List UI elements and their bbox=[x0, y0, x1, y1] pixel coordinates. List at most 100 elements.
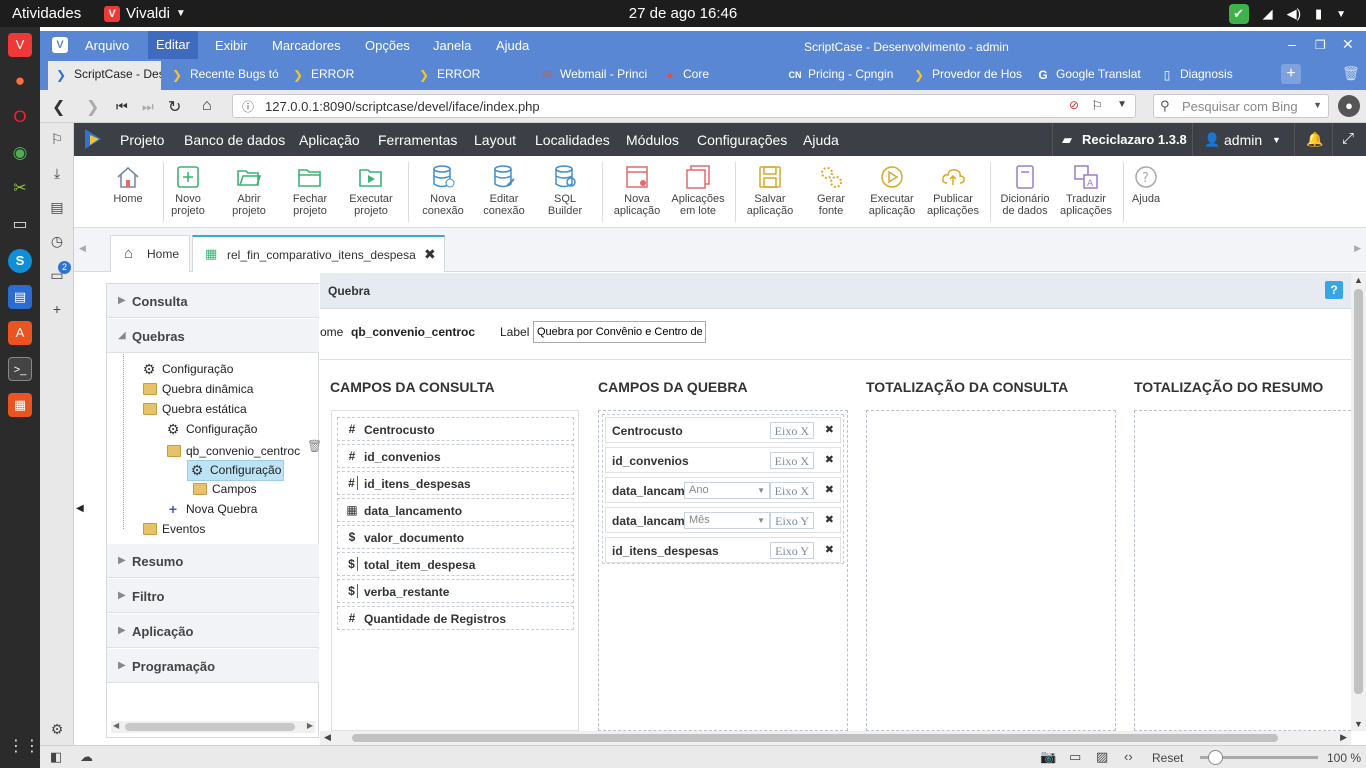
chevron-down-icon[interactable]: ▼ bbox=[1313, 100, 1322, 110]
window-icon[interactable]: ▭ bbox=[1069, 749, 1081, 765]
tree-hscrollbar[interactable]: ◀ ▶ bbox=[111, 721, 315, 733]
data-dictionary-button[interactable]: Dicionário de dados bbox=[995, 164, 1055, 217]
sync-icon[interactable]: ☁ bbox=[80, 749, 93, 765]
trash-icon[interactable]: 🗑 bbox=[1342, 65, 1360, 82]
run-app-button[interactable]: Executar aplicação bbox=[862, 164, 922, 217]
edit-connection-button[interactable]: Editar conexão bbox=[474, 164, 534, 217]
project-name[interactable]: Reciclazaro 1.3.8 bbox=[1082, 132, 1187, 147]
period-select[interactable]: Mês ▼ bbox=[684, 512, 770, 529]
main-vscrollbar[interactable]: ▲ ▼ bbox=[1351, 273, 1366, 731]
field-item[interactable]: # id_convenios bbox=[337, 444, 574, 468]
close-tab-icon[interactable]: ✖ bbox=[424, 246, 436, 263]
period-select[interactable]: Ano ▼ bbox=[684, 482, 770, 499]
axis-select[interactable]: Eixo X bbox=[769, 452, 814, 469]
tools-icon[interactable]: ✂ bbox=[8, 177, 32, 201]
section-quebras[interactable]: ◢ Quebras bbox=[107, 319, 319, 353]
reset-zoom-button[interactable]: Reset bbox=[1152, 751, 1183, 765]
history-icon[interactable]: ◷ bbox=[48, 232, 66, 250]
back-icon[interactable]: ❮ bbox=[52, 97, 65, 117]
field-item[interactable]: # id_itens_despesas bbox=[337, 471, 574, 495]
fast-forward-icon[interactable]: ⏭ bbox=[142, 99, 154, 115]
publish-button[interactable]: Publicar aplicações bbox=[923, 164, 983, 217]
bell-icon[interactable]: 🔔 bbox=[1306, 131, 1323, 148]
main-hscrollbar[interactable]: ◀ ▶ bbox=[320, 731, 1351, 745]
new-app-button[interactable]: Nova aplicação bbox=[607, 164, 667, 217]
remove-icon[interactable]: ✖ bbox=[825, 423, 834, 436]
open-project-button[interactable]: Abrir projeto bbox=[219, 164, 279, 217]
run-project-button[interactable]: Executar projeto bbox=[341, 164, 401, 217]
help-button[interactable]: ? Ajuda bbox=[1116, 164, 1176, 205]
downloads-icon[interactable]: ⤓ bbox=[48, 164, 66, 182]
chevron-down-icon[interactable]: ▼ bbox=[1272, 135, 1281, 145]
vivaldi-icon[interactable]: V bbox=[8, 33, 32, 57]
menu-marcadores[interactable]: Marcadores bbox=[272, 38, 341, 53]
axis-select[interactable]: Eixo Y bbox=[770, 512, 814, 529]
tab[interactable]: CN Pricing - Cpngin bbox=[782, 61, 900, 90]
help-icon[interactable]: ? bbox=[1325, 281, 1343, 299]
field-item[interactable]: # Quantidade de Registros bbox=[337, 606, 574, 630]
close-icon[interactable]: ✕ bbox=[1342, 36, 1354, 53]
remove-icon[interactable]: ✖ bbox=[825, 543, 834, 556]
chevron-down-icon[interactable]: ▼ bbox=[1117, 99, 1127, 110]
tab[interactable]: ● Core bbox=[657, 61, 775, 90]
tree-item-configuracao[interactable]: ⚙ Configuração bbox=[142, 361, 234, 378]
address-input[interactable]: ⓘ 127.0.0.1:8090/scriptcase/devel/iface/… bbox=[232, 94, 1136, 118]
panel-toggle-icon[interactable]: ◧ bbox=[50, 749, 62, 765]
axis-select[interactable]: Eixo X bbox=[769, 422, 814, 439]
blocker-icon[interactable]: ⊘ bbox=[1069, 98, 1079, 112]
scriptcase-logo-icon[interactable] bbox=[81, 127, 106, 152]
user-name[interactable]: admin bbox=[1224, 132, 1262, 148]
field-item[interactable]: $ verba_restante bbox=[337, 579, 574, 603]
profile-icon[interactable]: ● bbox=[1338, 95, 1360, 117]
translate-button[interactable]: A Traduzir aplicações bbox=[1056, 164, 1116, 217]
menu-exibir[interactable]: Exibir bbox=[215, 38, 248, 53]
sc-menu-configuracoes[interactable]: Configurações bbox=[697, 132, 787, 148]
sc-menu-projeto[interactable]: Projeto bbox=[120, 132, 164, 148]
bookmark-icon[interactable]: ⚐ bbox=[1091, 98, 1103, 114]
break-field-item[interactable]: data_lancam Mês ▼ Eixo Y ✖ bbox=[605, 507, 841, 533]
sc-menu-modulos[interactable]: Módulos bbox=[626, 132, 679, 148]
break-field-item[interactable]: id_convenios Eixo X ✖ bbox=[605, 447, 841, 473]
tree-item-quebra[interactable]: qb_convenio_centroc bbox=[167, 444, 300, 458]
section-filtro[interactable]: ▶ Filtro bbox=[107, 579, 319, 613]
terminal-icon[interactable]: >_ bbox=[8, 357, 32, 381]
section-resumo[interactable]: ▶ Resumo bbox=[107, 544, 319, 578]
axis-select[interactable]: Eixo Y bbox=[770, 542, 814, 559]
home-icon[interactable]: ⌂ bbox=[202, 97, 212, 115]
vivaldi-menu-icon[interactable]: V bbox=[52, 37, 68, 53]
scroll-thumb[interactable] bbox=[352, 734, 1278, 742]
tab[interactable]: ▯ Diagnosis bbox=[1154, 61, 1272, 90]
fullscreen-icon[interactable]: ⤢ bbox=[1342, 130, 1354, 147]
app-icon[interactable]: ▦ bbox=[8, 393, 32, 417]
opera-icon[interactable]: O bbox=[8, 105, 32, 129]
section-consulta[interactable]: ▶ Consulta bbox=[107, 284, 319, 318]
sc-menu-ajuda[interactable]: Ajuda bbox=[803, 132, 839, 148]
remove-icon[interactable]: ✖ bbox=[825, 513, 834, 526]
sc-menu-ferramentas[interactable]: Ferramentas bbox=[378, 132, 457, 148]
tab[interactable]: G Google Translat bbox=[1030, 61, 1148, 90]
zoom-slider-thumb[interactable] bbox=[1208, 750, 1223, 765]
tree-item-quebra-estatica[interactable]: Quebra estática bbox=[143, 402, 247, 416]
new-project-button[interactable]: Novo projeto bbox=[158, 164, 218, 217]
scroll-thumb[interactable] bbox=[1354, 289, 1363, 694]
tab[interactable]: ❯ ERROR bbox=[411, 61, 529, 90]
scroll-left-icon[interactable]: ◀ bbox=[79, 243, 86, 254]
break-field-item[interactable]: data_lancam Ano ▼ Eixo X ✖ bbox=[605, 477, 841, 503]
sc-menu-layout[interactable]: Layout bbox=[474, 132, 516, 148]
info-icon[interactable]: ⓘ bbox=[242, 98, 254, 115]
tab[interactable]: ❯ScriptCase - Desenv bbox=[48, 61, 161, 90]
sql-builder-button[interactable]: SQL Builder bbox=[535, 164, 595, 217]
tab[interactable]: ❯ ERROR bbox=[285, 61, 403, 90]
totalizacao-consulta-list[interactable] bbox=[866, 410, 1116, 731]
new-connection-button[interactable]: Nova conexão bbox=[413, 164, 473, 217]
search-input[interactable]: ⚲ Pesquisar com Bing ▼ bbox=[1153, 94, 1329, 118]
code-icon[interactable]: ‹› bbox=[1124, 749, 1133, 764]
remove-icon[interactable]: ✖ bbox=[825, 453, 834, 466]
tab[interactable]: ❯ Recente Bugs tó bbox=[164, 61, 282, 90]
collapse-icon[interactable]: ◀ bbox=[76, 503, 84, 514]
field-item[interactable]: ▦ data_lancamento bbox=[337, 498, 574, 522]
activities-button[interactable]: Atividades bbox=[12, 5, 81, 22]
remove-icon[interactable]: ✖ bbox=[825, 483, 834, 496]
scroll-right-icon[interactable]: ▶ bbox=[1354, 243, 1361, 254]
section-programacao[interactable]: ▶ Programação bbox=[107, 649, 319, 683]
